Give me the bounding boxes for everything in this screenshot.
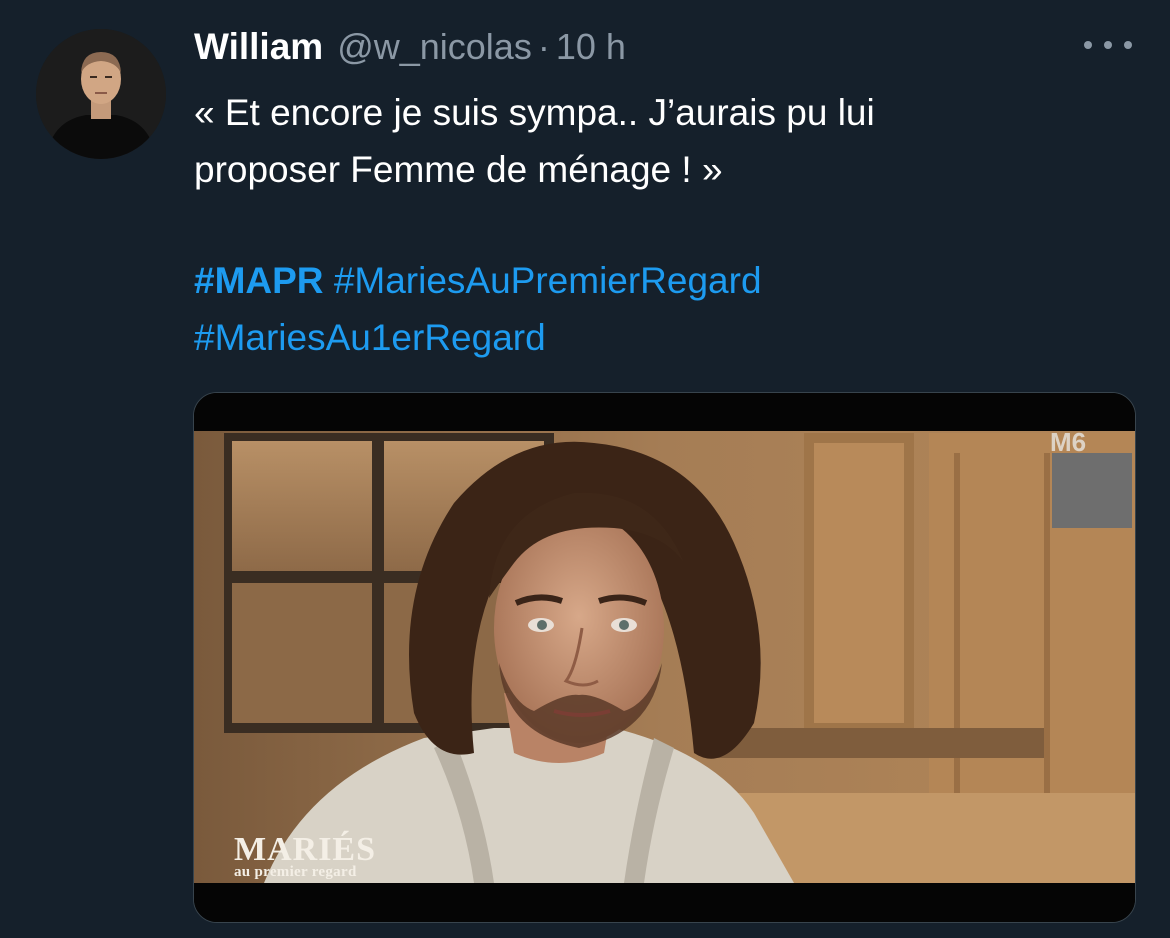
- more-options-icon[interactable]: [1084, 30, 1132, 60]
- tweet-hashtags: #MAPR #MariesAuPremierRegard #MariesAu1e…: [194, 252, 1094, 366]
- more-dot: [1124, 41, 1132, 49]
- channel-logo: M6: [1050, 427, 1087, 457]
- author-name[interactable]: William: [194, 26, 323, 68]
- show-subtitle: au premier regard: [234, 864, 357, 880]
- author-avatar[interactable]: [36, 29, 166, 159]
- tweet-media[interactable]: M6 MARIÉS au premier regard: [193, 392, 1136, 923]
- author-handle[interactable]: @w_nicolas: [337, 26, 532, 68]
- more-dot: [1104, 41, 1112, 49]
- show-logo: MARIÉS au premier regard: [234, 833, 376, 880]
- hashtag-link[interactable]: #MariesAu1erRegard: [194, 317, 546, 358]
- tweet-text: « Et encore je suis sympa.. J’aurais pu …: [194, 84, 1094, 198]
- show-title: MARIÉS: [234, 831, 377, 868]
- hashtag-link[interactable]: #MariesAuPremierRegard: [334, 260, 762, 301]
- tweet-card[interactable]: William @w_nicolas · 10 h « Et encore je…: [0, 0, 1170, 938]
- tweet-text-line: proposer Femme de ménage ! »: [194, 149, 723, 190]
- tweet-header: William @w_nicolas · 10 h: [194, 26, 626, 70]
- separator-dot: ·: [537, 26, 550, 67]
- more-dot: [1084, 41, 1092, 49]
- tweet-timestamp[interactable]: 10 h: [556, 26, 626, 68]
- tweet-text-line: « Et encore je suis sympa.. J’aurais pu …: [194, 92, 875, 133]
- hashtag-link[interactable]: #MAPR: [194, 260, 324, 301]
